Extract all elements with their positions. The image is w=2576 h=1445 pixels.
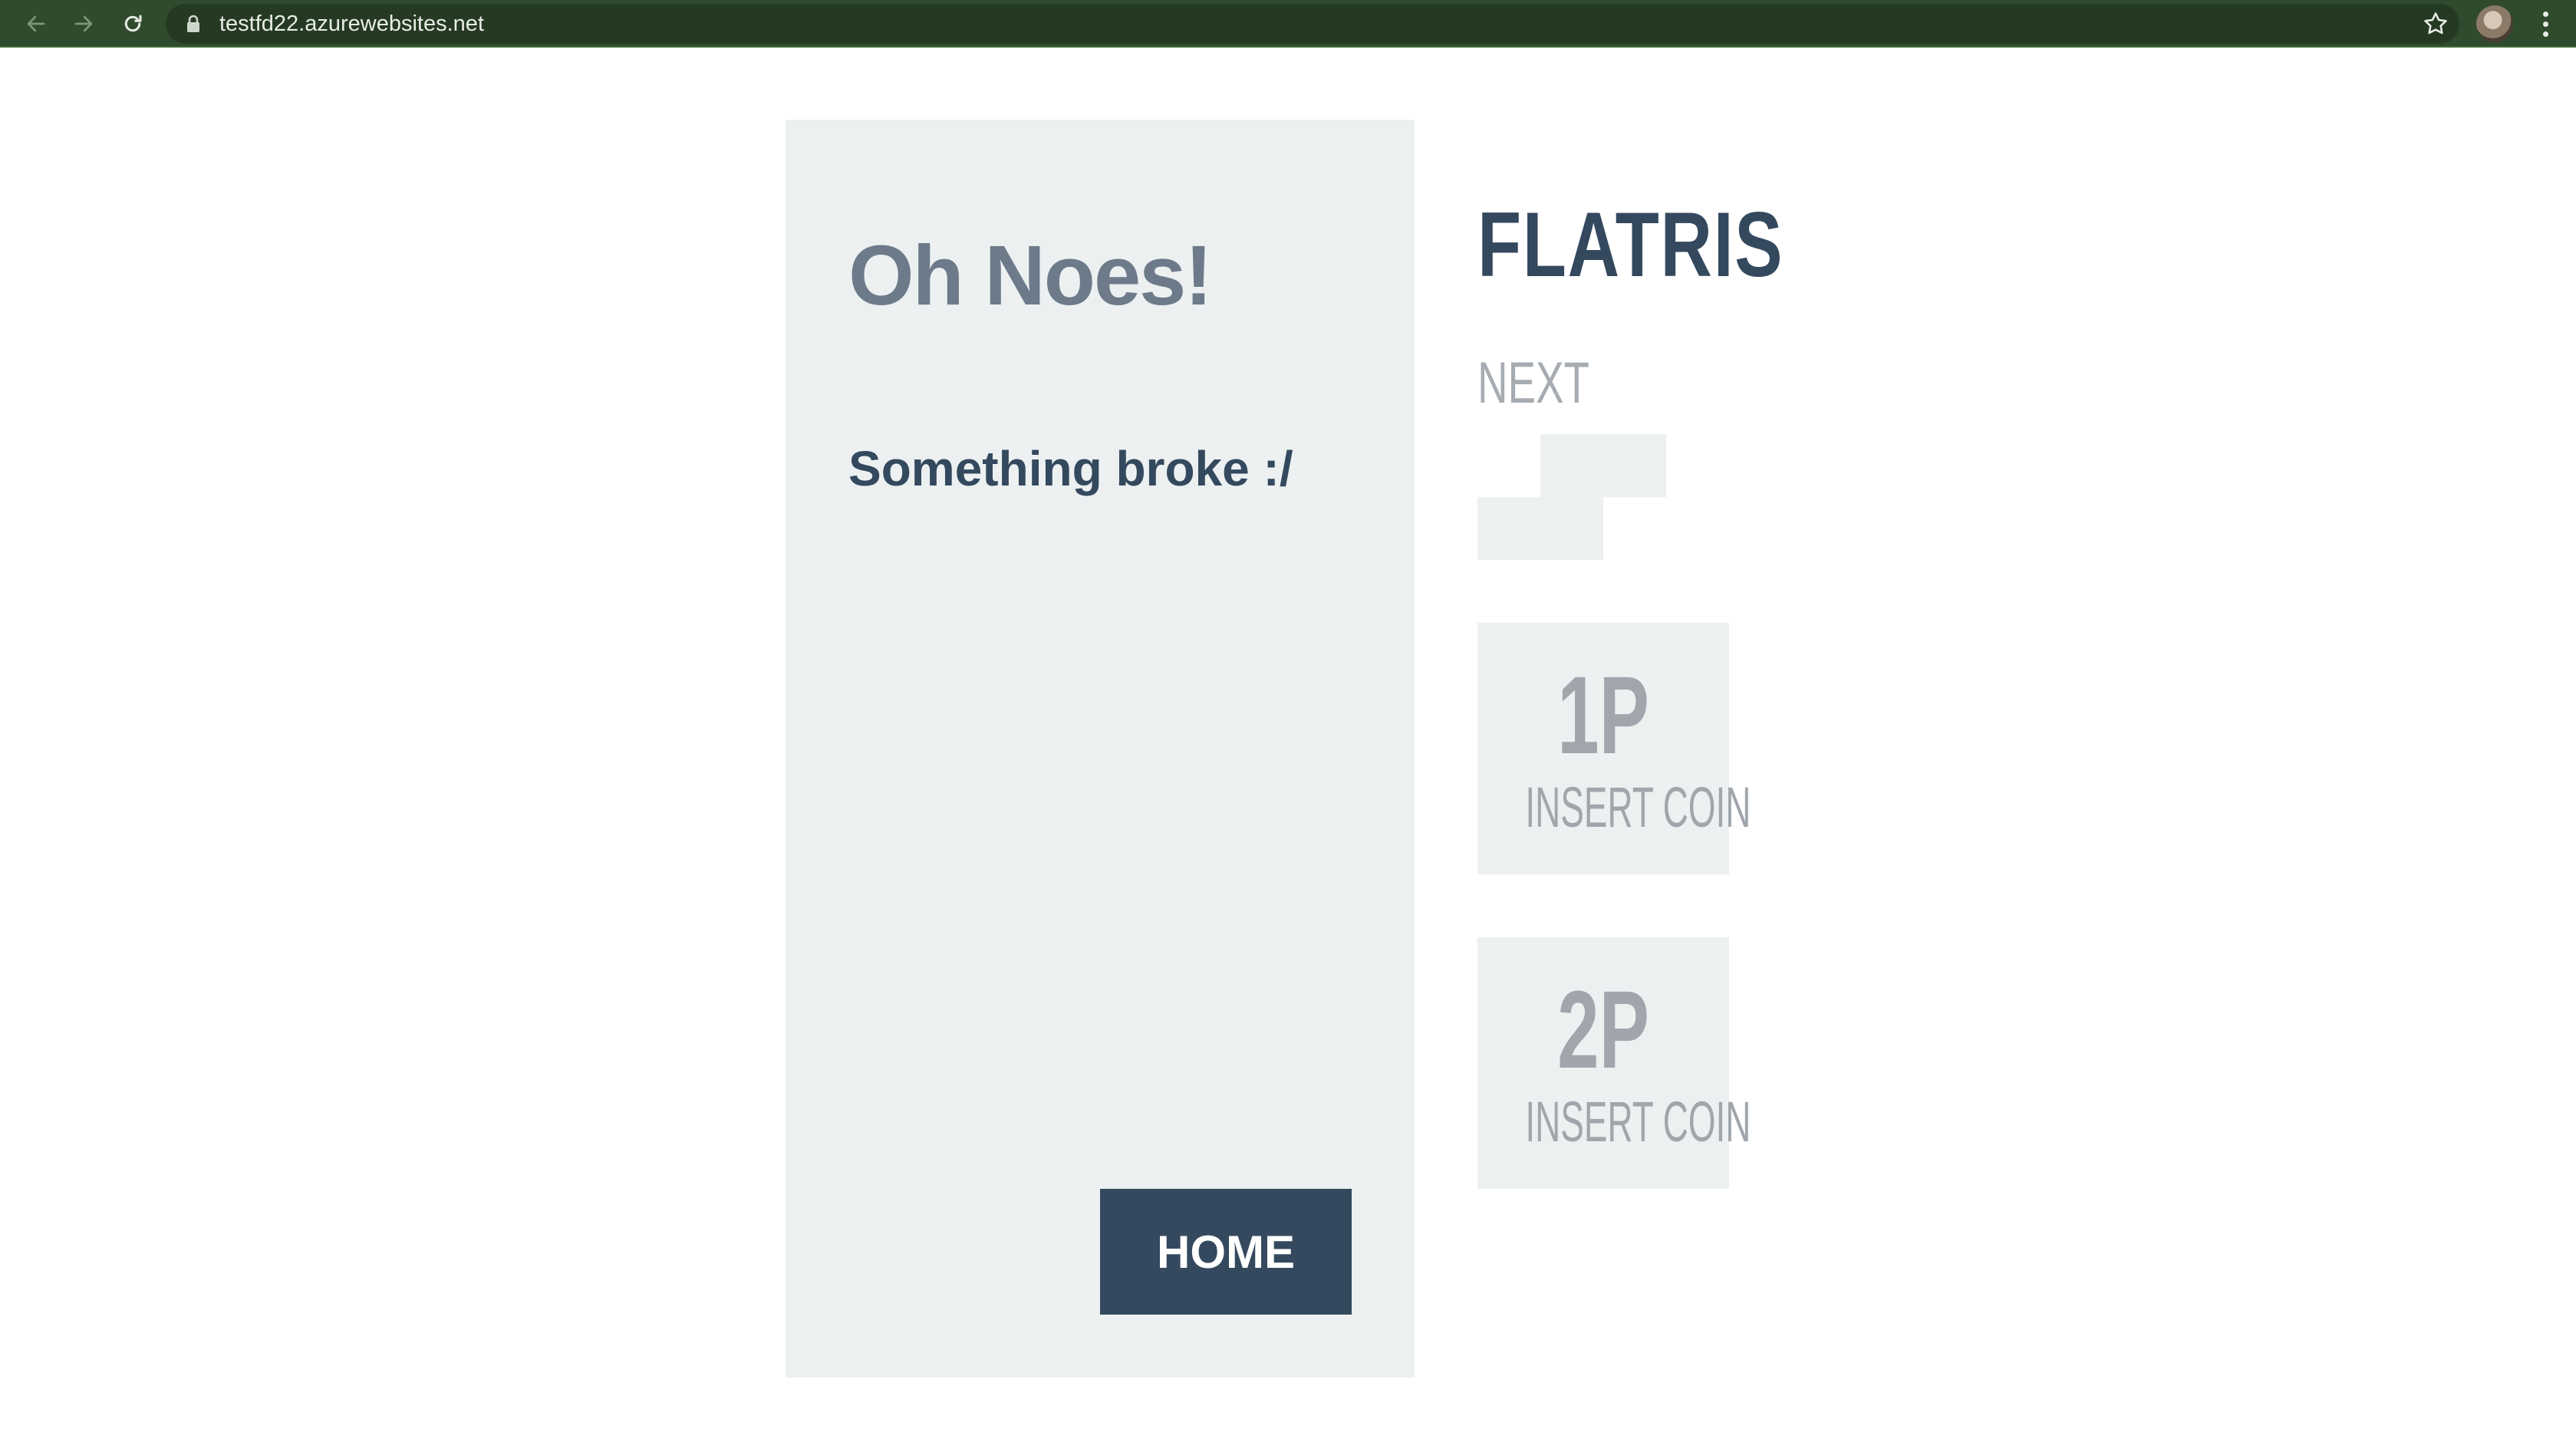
player-2-slot[interactable]: 2P INSERT COIN: [1477, 937, 1751, 1189]
next-tetromino-preview: [1477, 434, 1666, 560]
tetromino-cell: [1477, 497, 1540, 560]
forward-arrow-icon[interactable]: [64, 5, 103, 43]
lock-icon: [187, 15, 199, 32]
address-bar[interactable]: testfd22.azurewebsites.net: [166, 4, 2459, 44]
tetromino-cell: [1603, 434, 1666, 497]
tetromino-cell: [1540, 434, 1603, 497]
error-heading: Oh Noes!: [848, 229, 1213, 323]
player-number: 1P: [1557, 653, 1649, 777]
home-button[interactable]: HOME: [1100, 1189, 1352, 1315]
player-1-slot[interactable]: 1P INSERT COIN: [1477, 623, 1751, 874]
game-title: FLATRIS: [1477, 193, 1784, 296]
browser-toolbar: testfd22.azurewebsites.net: [0, 0, 2576, 48]
player-number: 2P: [1557, 968, 1649, 1091]
reload-icon[interactable]: [114, 5, 152, 43]
url-text: testfd22.azurewebsites.net: [219, 12, 484, 36]
back-arrow-icon[interactable]: [17, 5, 55, 43]
next-label: NEXT: [1477, 351, 1589, 416]
tetromino-cell: [1540, 497, 1603, 560]
star-icon[interactable]: [2418, 6, 2453, 41]
game-well: Oh Noes! Something broke :/ HOME: [786, 120, 1415, 1378]
insert-coin-label: INSERT COIN: [1525, 1090, 1751, 1154]
kebab-menu-icon[interactable]: [2528, 6, 2562, 41]
profile-avatar[interactable]: [2476, 5, 2513, 42]
error-message: Something broke :/: [848, 441, 1293, 496]
insert-coin-label: INSERT COIN: [1525, 775, 1751, 839]
